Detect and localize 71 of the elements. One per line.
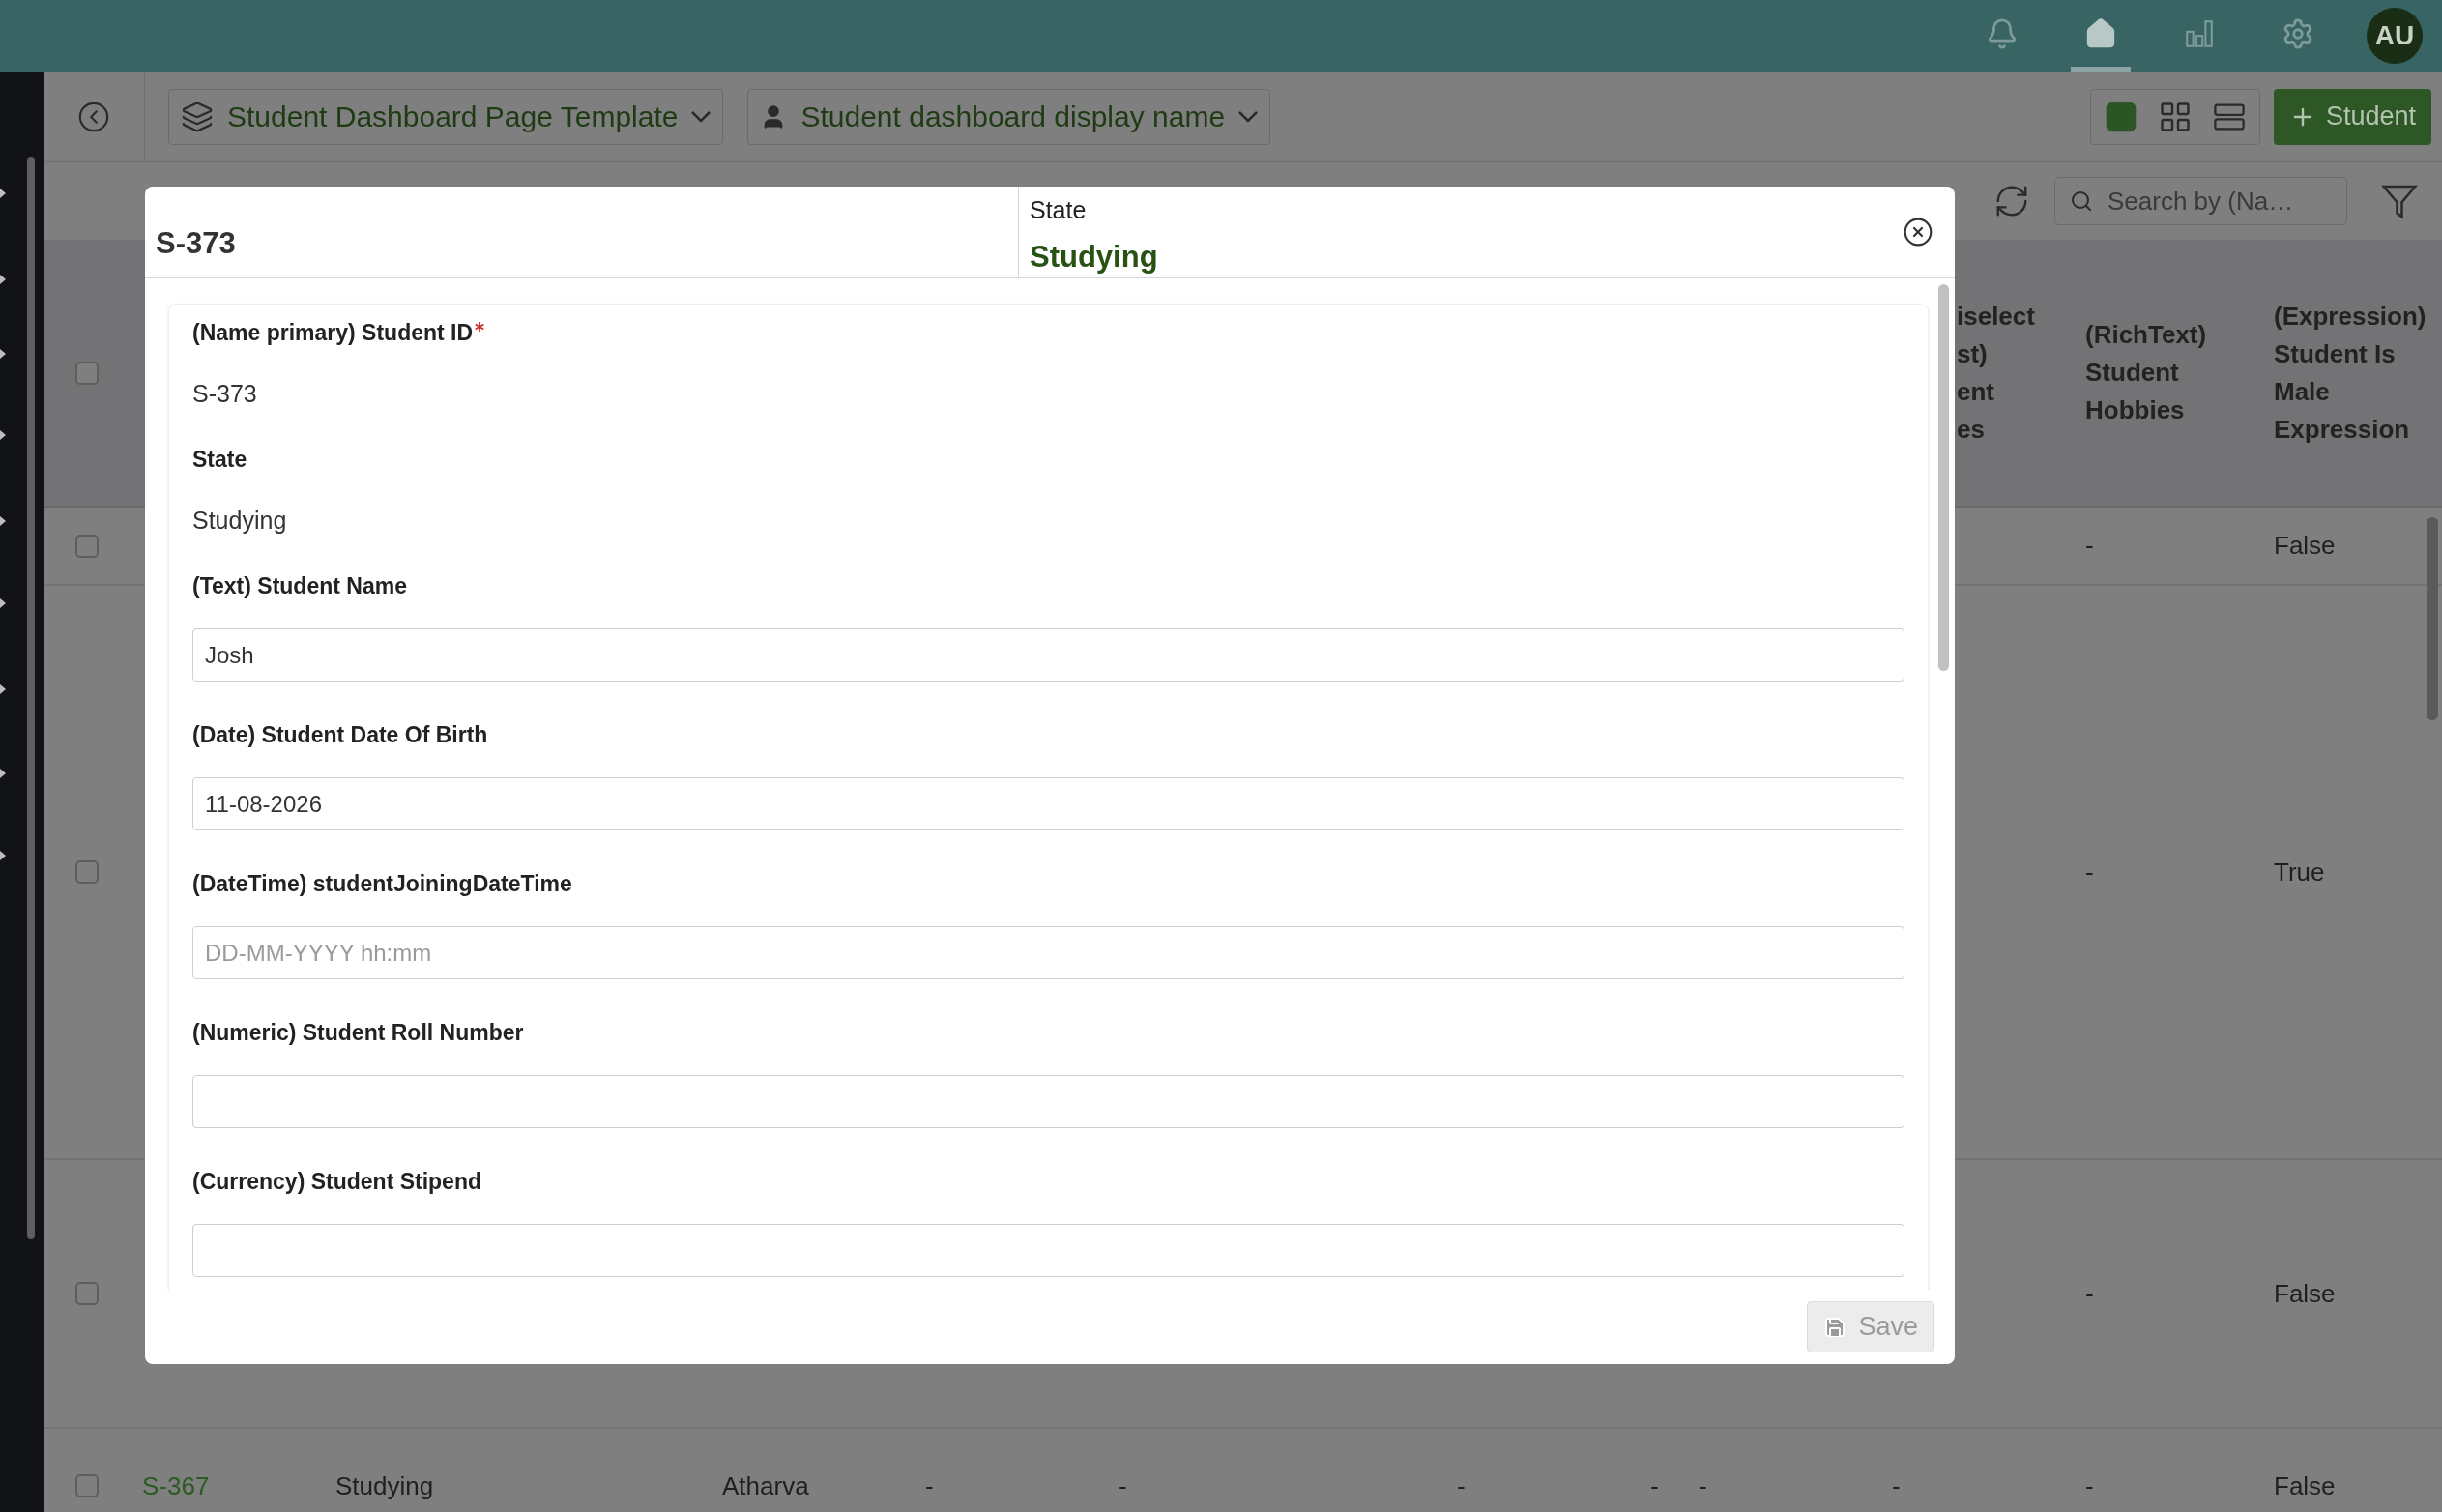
caret-right-icon[interactable] <box>0 684 6 694</box>
caret-right-icon[interactable] <box>0 275 6 284</box>
table-cell: - <box>2085 531 2094 560</box>
add-student-button[interactable]: Student <box>2273 88 2431 145</box>
checkbox[interactable] <box>74 534 99 558</box>
chevron-down-icon <box>691 110 712 123</box>
column-header[interactable]: iselect st) ent es <box>1957 297 2073 449</box>
caret-right-icon[interactable] <box>0 769 6 778</box>
display-dropdown[interactable]: Student dashboard display name <box>747 88 1271 145</box>
field-label: (Date) Student Date Of Birth <box>192 722 488 747</box>
table-cell: False <box>2274 1278 2336 1308</box>
field-value: S-373 <box>192 381 258 406</box>
checkbox[interactable] <box>74 860 99 884</box>
table-cell: False <box>2274 531 2336 560</box>
checkbox[interactable] <box>74 361 99 385</box>
layers-icon <box>181 100 214 133</box>
column-header[interactable]: (Expression) Student Is Male Expression <box>2274 297 2434 449</box>
dialog-title: S-373 <box>156 224 236 262</box>
caret-right-icon[interactable] <box>0 851 6 860</box>
caret-right-icon[interactable] <box>0 349 6 359</box>
table-cell: - <box>2085 1278 2094 1308</box>
field-value: Studying <box>192 508 288 533</box>
square-icon <box>2104 100 2137 133</box>
input-field[interactable] <box>192 1075 1904 1128</box>
table-cell: - <box>2085 1470 2094 1500</box>
column-header[interactable]: (RichText) Student Hobbies <box>2085 316 2253 429</box>
field-label: (DateTime) studentJoiningDateTime <box>192 871 572 896</box>
checkbox[interactable] <box>74 1282 99 1305</box>
scrollbar-thumb[interactable] <box>27 157 35 1239</box>
table-cell: - <box>1119 1470 1127 1500</box>
input-field[interactable] <box>192 1224 1904 1277</box>
settings-icon <box>2282 16 2314 50</box>
caret-right-icon[interactable] <box>0 189 6 198</box>
scrollbar-thumb[interactable] <box>1938 284 1949 671</box>
table-cell: False <box>2274 1470 2336 1500</box>
chevron-down-icon <box>1238 110 1259 123</box>
caret-right-icon[interactable] <box>0 430 6 440</box>
field-label: (Numeric) Student Roll Number <box>192 1020 524 1045</box>
table-cell: - <box>925 1470 934 1500</box>
back-button[interactable] <box>77 100 110 133</box>
table-cell: Atharva <box>722 1470 809 1500</box>
input-field[interactable]: 11-08-2026 <box>192 777 1904 830</box>
checkbox[interactable] <box>74 1474 99 1497</box>
field-label: (Currency) Student Stipend <box>192 1169 481 1194</box>
table-cell: - <box>1457 1470 1466 1500</box>
record-link[interactable]: S-367 <box>142 1470 210 1500</box>
field-label: State <box>192 447 247 472</box>
state-label: State <box>1030 195 1088 225</box>
table-cell: Studying <box>335 1470 434 1500</box>
search-field[interactable]: Search by (Na… <box>2054 177 2347 225</box>
input-field[interactable]: Josh <box>192 628 1904 682</box>
required-asterisk-icon <box>475 322 485 332</box>
template-dropdown[interactable]: Student Dashboard Page Template <box>168 88 724 145</box>
close-button[interactable] <box>1903 217 1933 247</box>
save-icon <box>1823 1315 1847 1339</box>
table-cell: - <box>1892 1470 1901 1500</box>
table-cell: - <box>1650 1470 1659 1500</box>
field-label: (Name primary) Student ID <box>192 320 474 345</box>
table-cell: - <box>2085 857 2094 887</box>
home-icon <box>2084 16 2117 50</box>
table-cell: True <box>2274 857 2325 887</box>
state-value: Studying <box>1030 238 1159 276</box>
field-label: (Text) Student Name <box>192 573 407 598</box>
table-cell: - <box>1699 1470 1707 1500</box>
bell-icon <box>1986 16 2019 50</box>
search-icon <box>2070 189 2093 213</box>
input-field[interactable]: DD-MM-YYYY hh:mm <box>192 926 1904 979</box>
caret-right-icon[interactable] <box>0 598 6 608</box>
user-avatar[interactable]: AU <box>2367 8 2423 64</box>
caret-right-icon[interactable] <box>0 516 6 526</box>
scrollbar-thumb[interactable] <box>2427 517 2438 720</box>
